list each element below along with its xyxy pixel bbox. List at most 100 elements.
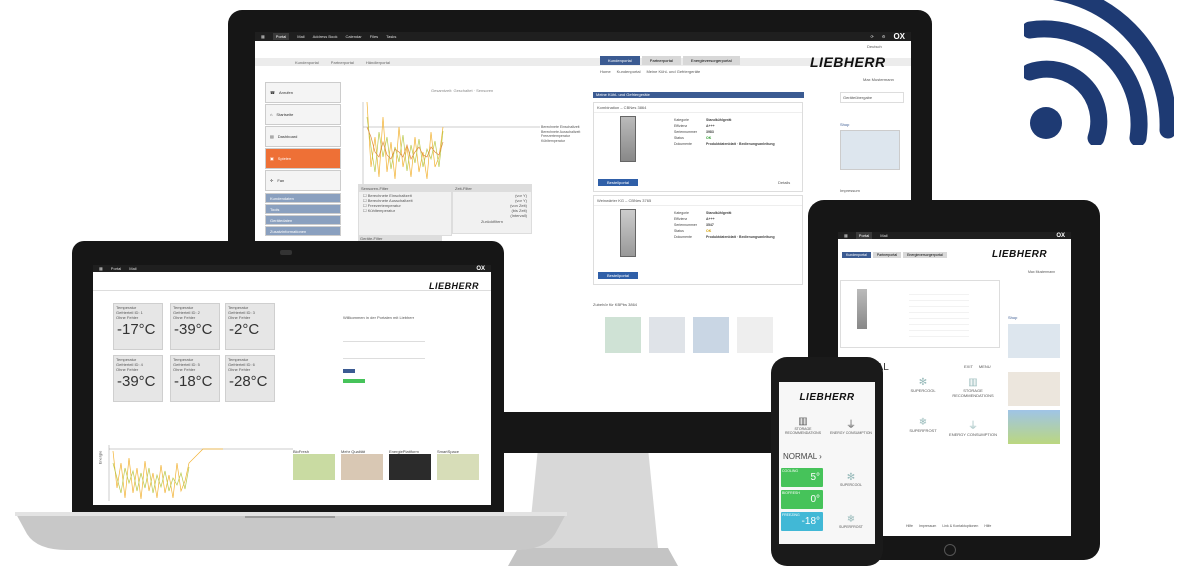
breadcrumb: Home Kundenportal Meine Kühl- und Gefrie…	[600, 69, 700, 74]
plug-icon: ⏚	[846, 420, 856, 431]
sidebar-item-label: Spielen	[277, 156, 292, 161]
sidebar-item-zusatz[interactable]: Zusatzinformationen	[265, 226, 341, 236]
sidebar-item-dashboard[interactable]: ▤ Dashboard	[265, 126, 341, 147]
tab-portal[interactable]: Portal	[111, 266, 121, 271]
apps-grid-icon[interactable]: ▦	[844, 233, 848, 238]
tab-portal[interactable]: Portal	[855, 232, 873, 239]
sidebar-item-tools[interactable]: Tools	[265, 204, 341, 214]
portal-tab-kunden[interactable]: Kundenportal	[842, 252, 871, 258]
breadcrumb-kunden[interactable]: Kundenportal	[617, 69, 641, 74]
portal-tab-partner[interactable]: Partnerportal	[872, 252, 902, 258]
breadcrumb-home[interactable]: Home	[600, 69, 611, 74]
accessory-image[interactable]	[737, 317, 773, 353]
tab-files[interactable]: Files	[370, 34, 378, 39]
temperature-card[interactable]: Temperatur Gefrierteil ID: 1 Ohne Fehler -…	[113, 303, 163, 350]
username-field[interactable]	[343, 331, 425, 342]
tablet-shop-image[interactable]	[1008, 324, 1060, 358]
apply-filter-button[interactable]: Zurückfiltern	[453, 219, 531, 224]
accessory-image[interactable]	[693, 317, 729, 353]
temperature-card[interactable]: Temperatur Gefrierteil ID: 2 Ohne Fehler -…	[170, 303, 220, 350]
storage-button[interactable]: ▥ STORAGE RECOMMENDATIONS	[779, 416, 827, 435]
mode-tab-menu[interactable]: MENU	[979, 364, 991, 369]
tablet-product-card	[840, 280, 1000, 348]
ox-brand: OX	[893, 32, 905, 41]
order-portal-button[interactable]: Bestellportal	[598, 179, 638, 186]
frost-icon: ❄	[918, 417, 928, 428]
sidebar-item-spielen[interactable]: ▣ Spielen	[265, 148, 341, 169]
row-key: Dokumente	[674, 235, 692, 239]
tab-mail[interactable]: Mail	[129, 266, 136, 271]
tablet-wind-image[interactable]	[1008, 410, 1060, 444]
energy-tile[interactable]: ⏚ ENERGY CONSUMPTION	[948, 417, 998, 453]
news-item[interactable]: EnergiePlattform	[389, 449, 431, 480]
chevron-right-icon[interactable]: ›	[819, 452, 822, 461]
settings-icon[interactable]: ⚙	[882, 34, 886, 39]
language-select[interactable]: Deutsch	[867, 44, 882, 49]
tablet-promo-image[interactable]	[1008, 372, 1060, 406]
tab-portal[interactable]: Portal	[272, 33, 290, 40]
cooling-zone[interactable]: COOLING 5°	[781, 468, 823, 487]
sidebar-item-geraetedaten[interactable]: Gerätedaten	[265, 215, 341, 225]
mode-tab-exit[interactable]: EXIT	[964, 364, 973, 369]
supercool-tile[interactable]: ✻ SUPERCOOL	[898, 377, 948, 413]
freezing-zone[interactable]: FREEZING -18°	[781, 512, 823, 531]
row-value[interactable]: Produktdatenblatt · Bedienungsanleitung	[706, 142, 775, 146]
sensor-checkbox[interactable]: ☐ Kühltemperatur	[363, 208, 447, 213]
tab-mail[interactable]: Mail	[880, 233, 887, 238]
footer-link[interactable]: Impressum	[919, 524, 936, 528]
sidebar-item-startseite[interactable]: ⌂ Startseite	[265, 104, 341, 125]
news-item[interactable]: SmartSpace	[437, 449, 479, 480]
tab-calendar[interactable]: Calendar	[345, 34, 361, 39]
order-portal-button[interactable]: Bestellportal	[598, 272, 638, 279]
supercool-button[interactable]: ✻ SUPERCOOL	[831, 472, 871, 487]
section-header: Meine Kühl- und Gefriergeräte	[593, 92, 804, 98]
sidebar-item-fan[interactable]: ✢ Fan	[265, 170, 341, 191]
shop-image[interactable]	[840, 130, 900, 170]
temperature-card[interactable]: Temperatur Gefrierteil ID: 6 Ohne Fehler -…	[225, 355, 275, 402]
submit-button[interactable]	[343, 379, 365, 383]
accessory-image[interactable]	[605, 317, 641, 353]
energy-button[interactable]: ⏚ ENERGY CONSUMPTION	[827, 416, 875, 435]
superfrost-tile[interactable]: ❄ SUPERFROST	[898, 417, 948, 453]
news-item[interactable]: Mehr Qualität	[341, 449, 383, 480]
accessory-image[interactable]	[649, 317, 685, 353]
tab-tasks[interactable]: Tasks	[386, 34, 396, 39]
superfrost-button[interactable]: ❄ SUPERFROST	[831, 514, 871, 529]
storage-tile[interactable]: ▥ STORAGE RECOMMENDATIONS	[948, 377, 998, 413]
breadcrumb-geraete[interactable]: Meine Kühl- und Gefriergeräte	[646, 69, 700, 74]
details-link[interactable]: Details	[778, 180, 790, 185]
biofresh-zone[interactable]: BIOFRESH 0°	[781, 490, 823, 509]
tab-mail[interactable]: Mail	[297, 34, 304, 39]
sidebar-item-anrufen[interactable]: ☎ Anrufen	[265, 82, 341, 103]
temperature-card[interactable]: Temperatur Gefrierteil ID: 3 Ohne Fehler -…	[225, 303, 275, 350]
apps-grid-icon[interactable]: ▦	[99, 266, 103, 271]
news-item[interactable]: BioFresh	[293, 449, 335, 480]
subnav-kunden[interactable]: Kundenportal	[295, 60, 319, 65]
zone-action: SUPERCOOL	[840, 483, 862, 487]
portal-tab-energie[interactable]: Energieversorgerportal	[682, 56, 740, 65]
password-field[interactable]	[343, 348, 425, 359]
temperature-card[interactable]: Temperatur Gefrierteil ID: 5 Ohne Fehler -…	[170, 355, 220, 402]
footer-link[interactable]: Link & Kontaktoptionen	[942, 524, 978, 528]
tab-address-book[interactable]: Address Book	[313, 34, 338, 39]
fridge-image	[620, 209, 636, 257]
subnav-partner[interactable]: Partnerportal	[331, 60, 354, 65]
refresh-icon[interactable]: ⟳	[870, 34, 873, 39]
row-key: Dokumente	[674, 142, 692, 146]
apps-grid-icon[interactable]: ▦	[261, 34, 265, 39]
time-filter-title: Zeit-Filter	[453, 185, 531, 192]
footer-link[interactable]: Hilfe	[984, 524, 991, 528]
portal-tab-partner[interactable]: Partnerportal	[641, 56, 681, 65]
time-row[interactable]: (Intervall)	[457, 213, 527, 218]
portal-tab-kunden[interactable]: Kundenportal	[600, 56, 640, 65]
portal-tab-energie[interactable]: Energieversorgerportal	[903, 252, 947, 258]
login-button[interactable]	[343, 369, 355, 373]
row-value[interactable]: Produktdatenblatt · Bedienungsanleitung	[706, 235, 775, 239]
fan-icon: ✢	[270, 178, 274, 183]
tablet-home-button[interactable]	[944, 544, 956, 556]
sidebar-item-kundendaten[interactable]: Kundendaten	[265, 193, 341, 203]
zone-value: -18°	[801, 516, 820, 527]
temperature-card[interactable]: Temperatur Gefrierteil ID: 4 Ohne Fehler -…	[113, 355, 163, 402]
subnav-haendler[interactable]: Händlerportal	[366, 60, 390, 65]
footer-link[interactable]: Hilfe	[906, 524, 913, 528]
